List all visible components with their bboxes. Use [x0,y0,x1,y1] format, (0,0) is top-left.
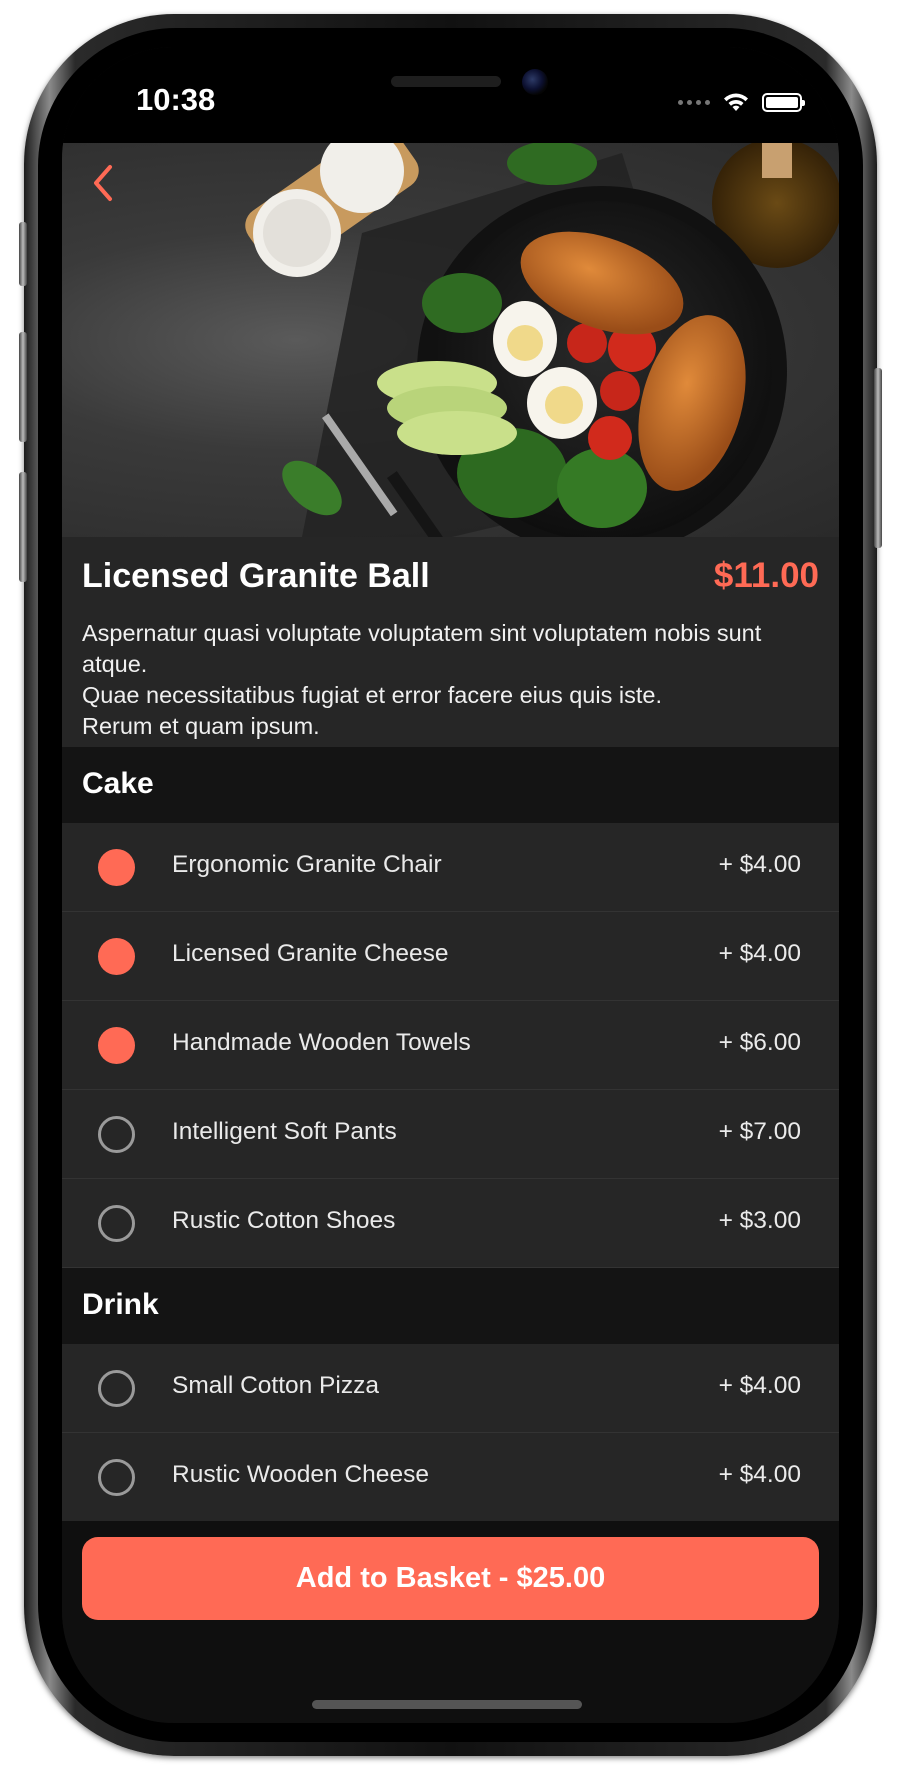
section-title: Cake [82,767,154,800]
option-row-small-cotton-pizza[interactable]: Small Cotton Pizza + $4.00 [62,1344,839,1433]
notch [234,47,667,123]
food-plate-illustration [245,143,839,537]
app-screen: 10:38 Licensed Granite Ball $11.00 Asper… [62,47,839,1723]
mute-switch [19,222,27,286]
checkout-bar: Add to Basket - $25.00 [62,1521,839,1723]
add-to-basket-button[interactable]: Add to Basket - $25.00 [82,1537,819,1620]
option-row-licensed-granite-cheese[interactable]: Licensed Granite Cheese + $4.00 [62,912,839,1001]
option-row-ergonomic-granite-chair[interactable]: Ergonomic Granite Chair + $4.00 [62,823,839,912]
section-header-drink: Drink [62,1268,839,1344]
option-price: + $7.00 [718,1118,801,1145]
option-label: Rustic Cotton Shoes [172,1207,396,1234]
option-price: + $3.00 [718,1207,801,1234]
option-price: + $6.00 [718,1029,801,1056]
wifi-icon [724,93,748,111]
option-row-handmade-wooden-towels[interactable]: Handmade Wooden Towels + $6.00 [62,1001,839,1090]
status-icons [678,91,805,113]
option-price: + $4.00 [718,1461,801,1488]
option-label: Small Cotton Pizza [172,1372,379,1399]
signal-dots-icon [678,99,710,105]
radio-selected[interactable] [98,849,135,886]
radio-selected[interactable] [98,938,135,975]
option-label: Intelligent Soft Pants [172,1118,397,1145]
option-label: Rustic Wooden Cheese [172,1461,429,1488]
product-title: Licensed Granite Ball [82,557,430,595]
section-header-cake: Cake [62,747,839,823]
radio-unselected[interactable] [98,1370,135,1407]
option-label: Licensed Granite Cheese [172,940,449,967]
status-time: 10:38 [136,82,216,117]
radio-unselected[interactable] [98,1459,135,1496]
battery-icon [762,92,805,112]
option-price: + $4.00 [718,1372,801,1399]
volume-down-button [19,472,27,582]
front-camera [522,69,548,95]
radio-unselected[interactable] [98,1205,135,1242]
product-price: $11.00 [713,556,819,595]
volume-up-button [19,332,27,442]
home-indicator[interactable] [312,1700,582,1709]
radio-selected[interactable] [98,1027,135,1064]
product-details: Licensed Granite Ball $11.00 Aspernatur … [62,537,839,747]
product-description: Aspernatur quasi voluptate voluptatem si… [82,620,762,739]
option-price: + $4.00 [718,940,801,967]
power-button [874,368,882,548]
speaker-grille [391,76,501,87]
radio-unselected[interactable] [98,1116,135,1153]
option-price: + $4.00 [718,851,801,878]
back-button[interactable] [84,163,124,203]
option-label: Ergonomic Granite Chair [172,851,442,878]
option-row-rustic-wooden-cheese[interactable]: Rustic Wooden Cheese + $4.00 [62,1433,839,1522]
chevron-left-icon [94,165,112,201]
product-image [62,143,839,537]
option-label: Handmade Wooden Towels [172,1029,471,1056]
section-title: Drink [82,1288,159,1321]
option-row-rustic-cotton-shoes[interactable]: Rustic Cotton Shoes + $3.00 [62,1179,839,1268]
option-row-intelligent-soft-pants[interactable]: Intelligent Soft Pants + $7.00 [62,1090,839,1179]
